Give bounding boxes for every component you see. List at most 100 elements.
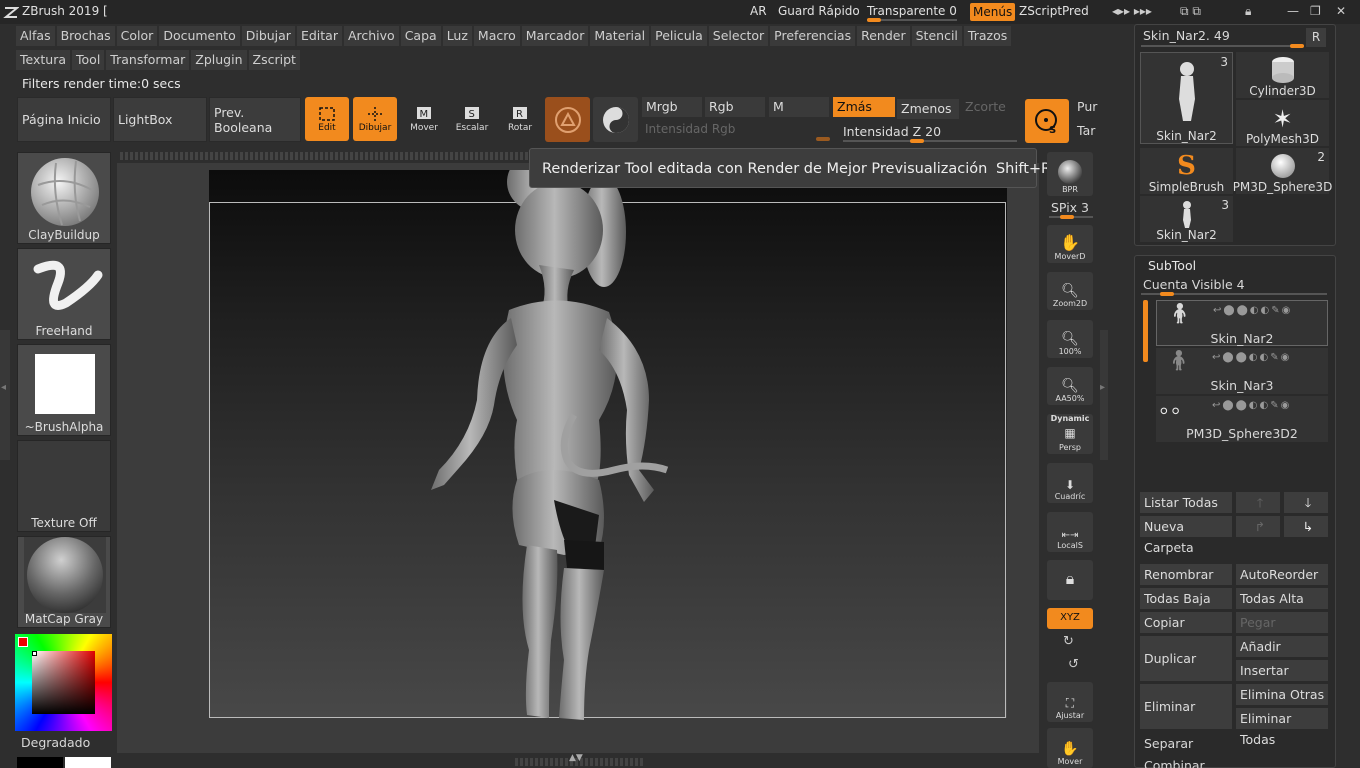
menus-button[interactable]: Menús [970, 3, 1016, 21]
right-tray-handle[interactable]: ▸ [1100, 330, 1108, 460]
menu-alfas[interactable]: Alfas [16, 26, 55, 46]
spix-knob[interactable] [1060, 215, 1074, 219]
tool-thumb-skin-nar2-b[interactable]: Skin_Nar2 3 [1140, 196, 1233, 242]
zscript-button[interactable]: ZScriptPred [1019, 4, 1089, 18]
menu-documento[interactable]: Documento [159, 26, 240, 46]
stroke-slot[interactable]: FreeHand [17, 248, 111, 340]
subtool-title[interactable]: SubTool [1148, 258, 1196, 273]
scale-button[interactable]: S Escalar [450, 97, 494, 141]
frame-button[interactable]: ⛶ Ajustar [1047, 682, 1093, 722]
left-tray-handle[interactable]: ◂ [0, 330, 10, 460]
tar-label[interactable]: Tar [1077, 123, 1095, 138]
delete-other-button[interactable]: Elimina Otras [1236, 684, 1328, 705]
tool-thumb-simplebrush[interactable]: S SimpleBrush [1140, 148, 1233, 194]
aa50-button[interactable]: 🔍︎ AA50% [1047, 367, 1093, 405]
all-low-button[interactable]: Todas Baja [1140, 588, 1232, 609]
menu-selector[interactable]: Selector [708, 26, 769, 46]
move-down-icon[interactable]: 🡓 [1284, 492, 1328, 513]
material-slot[interactable]: MatCap Gray [17, 536, 111, 628]
delete-all-button[interactable]: Eliminar Todas [1236, 708, 1328, 747]
texture-slot[interactable]: Texture Off [17, 440, 111, 532]
zsub-button[interactable]: Zmenos [897, 99, 959, 119]
folder-out-icon[interactable]: ↳ [1284, 516, 1328, 537]
home-page-button[interactable]: Página Inicio [17, 97, 111, 142]
menu-zplugin[interactable]: Zplugin [191, 50, 247, 70]
menu-color[interactable]: Color [116, 26, 158, 46]
auto-reorder-button[interactable]: AutoReorder [1236, 564, 1328, 585]
list-all-button[interactable]: Listar Todas [1140, 492, 1232, 513]
lightbox-button[interactable]: LightBox [113, 97, 207, 142]
menu-render[interactable]: Render [857, 26, 910, 46]
spix-slider[interactable]: SPix 3 [1051, 200, 1089, 215]
paste-button[interactable]: Pegar [1236, 612, 1328, 633]
rgb-button[interactable]: Rgb [705, 97, 765, 117]
character-model[interactable] [399, 170, 689, 730]
rename-button[interactable]: Renombrar [1140, 564, 1232, 585]
rotate-button[interactable]: R Rotar [498, 97, 542, 141]
tool-thumb-skin-nar2[interactable]: Skin_Nar2 3 [1140, 52, 1233, 144]
move-button[interactable]: M Mover [402, 97, 446, 141]
subtool-toggles-icon[interactable]: ↩⬤⬤◐◐✎◉ [1212, 400, 1291, 411]
brush-size-button[interactable]: S [1025, 99, 1069, 143]
z-intensity-slider[interactable]: Intensidad Z 20 [843, 124, 941, 139]
visible-count-knob[interactable] [1160, 292, 1174, 296]
menu-material[interactable]: Material [590, 26, 650, 46]
quick-save-button[interactable]: Guard Rápido [778, 4, 860, 18]
move-up-icon[interactable]: 🡑 [1236, 492, 1280, 513]
solo-button[interactable] [593, 97, 638, 142]
rgb-intensity-slider[interactable]: Intensidad Rgb [645, 122, 735, 136]
z-intensity-knob[interactable] [910, 139, 924, 143]
menu-trazos[interactable]: Trazos [963, 26, 1012, 46]
canvas[interactable] [209, 170, 1007, 720]
color-picker[interactable] [15, 634, 112, 731]
rotate-y-icon[interactable]: ↻ [1063, 634, 1074, 649]
close-icon[interactable]: ✕ [1336, 4, 1346, 18]
bpr-button[interactable]: BPR [1047, 152, 1093, 196]
edit-button[interactable]: Edit [305, 97, 349, 141]
rgb-intensity-knob[interactable] [816, 137, 830, 141]
menu-preferencias[interactable]: Preferencias [770, 26, 856, 46]
local-symmetry-button[interactable]: ⇤⇥ LocalS [1047, 512, 1093, 552]
subtool-item[interactable]: 🧍︎ ↩⬤⬤◐◐✎◉ Skin_Nar3 [1156, 348, 1328, 394]
zcut-button[interactable]: Zcorte [961, 97, 1017, 117]
copy-button[interactable]: Copiar [1140, 612, 1232, 633]
zoom2d-button[interactable]: 🔍︎ Zoom2D [1047, 272, 1093, 310]
secondary-color-bar[interactable] [65, 757, 111, 768]
menu-pelicula[interactable]: Pelicula [651, 26, 707, 46]
menu-dibujar[interactable]: Dibujar [241, 26, 295, 46]
main-color-bar[interactable] [17, 757, 63, 768]
subtool-scrollbar[interactable] [1143, 300, 1148, 362]
main-color-swatch[interactable] [18, 637, 28, 647]
split-section[interactable]: Separar [1144, 736, 1193, 751]
menu-capa[interactable]: Capa [400, 26, 441, 46]
subtool-toggles-icon[interactable]: ↩⬤⬤◐◐✎◉ [1212, 352, 1291, 363]
draw-button[interactable]: Dibujar [353, 97, 397, 141]
all-high-button[interactable]: Todas Alta [1236, 588, 1328, 609]
subtool-item[interactable]: 🧍︎ ↩⬤⬤◐◐✎◉ Skin_Nar2 [1156, 300, 1328, 346]
m-button[interactable]: M [769, 97, 829, 117]
canvas-bottom-scrollbar[interactable]: ▲▼ [515, 753, 645, 766]
floor-grid-button[interactable]: ⬇︎ Cuadríc [1047, 463, 1093, 503]
alpha-slot[interactable]: ~BrushAlpha [17, 344, 111, 436]
duplicate-button[interactable]: Duplicar [1140, 636, 1232, 681]
tool-slider-track[interactable] [1141, 45, 1304, 47]
tool-thumb-polymesh3d[interactable]: ✶ PolyMesh3D [1236, 100, 1329, 146]
move-view-button[interactable]: ✋ Mover [1047, 728, 1093, 768]
menu-editar[interactable]: Editar [296, 26, 342, 46]
saturation-square[interactable] [32, 651, 95, 714]
zoom100-button[interactable]: 🔍︎ 100% [1047, 320, 1093, 358]
subtool-toggles-icon[interactable]: ↩⬤⬤◐◐✎◉ [1213, 305, 1292, 316]
tool-thumb-pm3d-sphere3d[interactable]: PM3D_Sphere3D 2 [1233, 148, 1332, 194]
current-tool-slider[interactable]: Skin_Nar2. 49 [1143, 28, 1230, 43]
rotate-z-icon[interactable]: ↺ [1068, 657, 1079, 672]
folder-in-icon[interactable]: ↱ [1236, 516, 1280, 537]
layout-icon[interactable]: ⧉ ⧉ [1180, 4, 1201, 19]
lock-camera-button[interactable]: 🔒︎ [1047, 560, 1093, 600]
visible-count-slider[interactable]: Cuenta Visible 4 [1143, 277, 1245, 292]
lock-icon[interactable]: 🔒︎ [1245, 4, 1251, 19]
new-folder-button[interactable]: Nueva Carpeta [1140, 516, 1232, 555]
pur-label[interactable]: Pur [1077, 99, 1097, 114]
add-button[interactable]: Añadir [1236, 636, 1328, 657]
prev-boolean-button[interactable]: Prev. Booleana [209, 97, 301, 142]
menu-archivo[interactable]: Archivo [343, 26, 399, 46]
